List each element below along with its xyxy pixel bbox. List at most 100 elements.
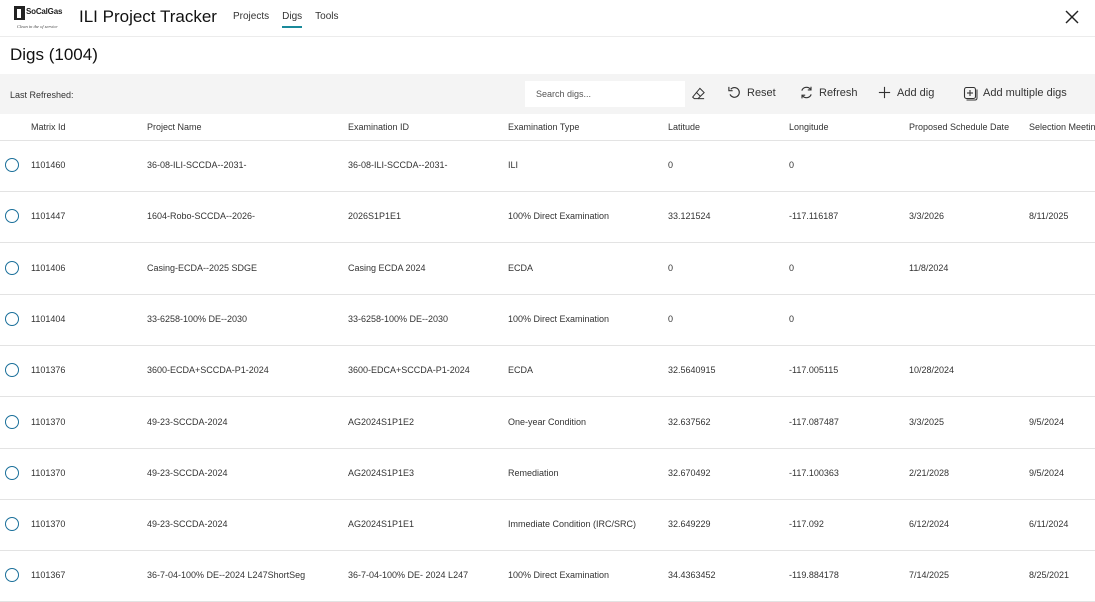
examination-id-cell: 2026S1P1E1 <box>348 211 402 222</box>
row-select-radio[interactable] <box>5 158 19 172</box>
proposed-schedule-date-cell: 3/3/2025 <box>909 416 945 427</box>
selection-meeting-cell: 9/5/2024 <box>1029 467 1065 478</box>
project-name-cell: 49-23-SCCDA-2024 <box>147 416 228 427</box>
app-header: SoCalGas Clean in the of service ILI Pro… <box>0 0 1095 37</box>
column-header-proposed-schedule-date[interactable]: Proposed Schedule Date <box>909 122 1009 132</box>
matrix-id-cell: 1101460 <box>31 160 66 170</box>
toolbar: Last Refreshed: Reset Refresh Add dig <box>0 74 1095 114</box>
examination-id-cell: AG2024S1P1E3 <box>348 467 415 478</box>
refresh-label: Refresh <box>819 86 858 99</box>
add-dig-label: Add dig <box>897 86 935 99</box>
examination-type-cell: ECDA <box>508 365 534 376</box>
row-select-radio[interactable] <box>5 363 19 378</box>
project-name-cell: 3600-ECDA+SCCDA-P1-2024 <box>147 365 269 376</box>
examination-id-cell: 33-6258-100% DE--2030 <box>348 313 449 324</box>
latitude-cell: 33.121524 <box>668 211 711 222</box>
table-row[interactable]: 1101370 49-23-SCCDA-2024 AG2024S1P1E3 Remed… <box>0 448 1095 500</box>
table-row[interactable]: 1101404 33-6258-100% DE--2030 33-6258-100%… <box>0 294 1095 346</box>
tab-digs[interactable]: Digs <box>282 11 303 28</box>
tab-projects[interactable]: Projects <box>233 11 269 28</box>
close-button[interactable] <box>1063 8 1081 26</box>
reset-button[interactable]: Reset <box>727 85 776 100</box>
examination-type-cell: Remediation <box>508 467 559 478</box>
last-refreshed-label: Last Refreshed: <box>10 90 74 100</box>
undo-icon <box>728 86 740 98</box>
matrix-id-cell: 1101367 <box>31 570 66 581</box>
longitude-cell: 0 <box>789 160 795 170</box>
examination-type-cell: ECDA <box>508 262 534 273</box>
project-name-cell: Casing-ECDA--2025 SDGE <box>147 262 258 273</box>
company-logo: SoCalGas Clean in the of service <box>14 4 63 30</box>
column-header-selection-meeting[interactable]: Selection Meeting <box>1029 122 1095 132</box>
row-select-radio[interactable] <box>5 465 19 480</box>
column-header-project-name[interactable]: Project Name <box>147 122 202 132</box>
latitude-cell: 32.637562 <box>668 416 711 427</box>
examination-type-cell: ILI <box>508 160 519 170</box>
examination-id-cell: AG2024S1P1E2 <box>348 416 415 427</box>
examination-type-cell: 100% Direct Examination <box>508 313 610 324</box>
examination-type-cell: One-year Condition <box>508 416 587 427</box>
column-header-examination-type[interactable]: Examination Type <box>508 122 579 132</box>
latitude-cell: 32.5640915 <box>668 365 716 376</box>
table-row[interactable]: 1101460 36-08-ILI-SCCDA--2031- 36-08-ILI-S… <box>0 140 1095 192</box>
flame-logo-mark <box>14 6 25 20</box>
examination-type-cell: 100% Direct Examination <box>508 211 610 222</box>
project-name-cell: 1604-Robo-SCCDA--2026- <box>147 211 256 222</box>
row-select-radio[interactable] <box>5 260 19 275</box>
proposed-schedule-date-cell: 11/8/2024 <box>909 262 949 273</box>
examination-id-cell: Casing ECDA 2024 <box>348 262 426 273</box>
add-dig-button[interactable]: Add dig <box>877 85 934 100</box>
row-select-radio[interactable] <box>5 311 19 326</box>
app-title: ILI Project Tracker <box>79 7 217 26</box>
table-row[interactable]: 1101376 3600-ECDA+SCCDA-P1-2024 3600-EDCA+… <box>0 345 1095 398</box>
add-multiple-digs-button[interactable]: Add multiple digs <box>962 85 1067 101</box>
examination-type-cell: Immediate Condition (IRC/SRC) <box>508 519 637 530</box>
proposed-schedule-date-cell: 6/12/2024 <box>909 519 950 530</box>
proposed-schedule-date-cell: 10/28/2024 <box>909 365 955 376</box>
row-select-radio[interactable] <box>5 414 19 429</box>
project-name-cell: 36-7-04-100% DE--2024 L247ShortSeg <box>147 570 306 581</box>
main-nav: Projects Digs Tools <box>233 11 339 28</box>
latitude-cell: 0 <box>668 313 674 324</box>
latitude-cell: 34.4363452 <box>668 570 716 581</box>
column-header-matrix-id[interactable]: Matrix Id <box>31 122 66 132</box>
refresh-button[interactable]: Refresh <box>799 85 858 100</box>
longitude-cell: -117.116187 <box>789 211 839 222</box>
table-row[interactable]: 1101406 Casing-ECDA--2025 SDGE Casing ECDA… <box>0 243 1095 295</box>
table-row[interactable]: 1101447 1604-Robo-SCCDA--2026- 2026S1P1E1 1… <box>0 191 1095 244</box>
plus-icon <box>878 86 891 99</box>
proposed-schedule-date-cell: 7/14/2025 <box>909 570 950 581</box>
page-title: Digs (1004) <box>10 45 98 64</box>
search-input[interactable] <box>525 81 685 107</box>
longitude-cell: -119.884178 <box>789 570 839 581</box>
latitude-cell: 32.649229 <box>668 519 711 530</box>
column-header-longitude[interactable]: Longitude <box>789 122 829 132</box>
latitude-cell: 0 <box>668 160 674 170</box>
matrix-id-cell: 1101447 <box>31 211 66 222</box>
examination-type-cell: 100% Direct Examination <box>508 570 610 581</box>
proposed-schedule-date-cell: 2/21/2028 <box>909 467 950 478</box>
longitude-cell: -117.092 <box>789 519 824 530</box>
close-icon <box>1065 10 1079 24</box>
add-multiple-icon <box>963 86 978 101</box>
column-header-latitude[interactable]: Latitude <box>668 122 700 132</box>
matrix-id-cell: 1101370 <box>31 467 66 478</box>
reset-label: Reset <box>747 86 776 99</box>
logo-brand-text: SoCalGas <box>26 7 63 16</box>
table-row[interactable]: 1101367 36-7-04-100% DE--2024 L247ShortSe… <box>0 550 1095 602</box>
examination-id-cell: 36-7-04-100% DE- 2024 L247 <box>348 570 469 581</box>
tab-tools[interactable]: Tools <box>315 11 338 28</box>
row-select-radio[interactable] <box>5 517 19 532</box>
examination-id-cell: 36-08-ILI-SCCDA--2031- <box>348 160 448 170</box>
row-select-radio[interactable] <box>5 209 19 224</box>
row-select-radio[interactable] <box>5 568 19 583</box>
examination-id-cell: 3600-EDCA+SCCDA-P1-2024 <box>348 365 470 376</box>
clear-search-button[interactable] <box>691 86 706 101</box>
project-name-cell: 36-08-ILI-SCCDA--2031- <box>147 160 247 170</box>
column-header-examination-id[interactable]: Examination ID <box>348 122 409 132</box>
table-row[interactable]: 1101370 49-23-SCCDA-2024 AG2024S1P1E2 One-y… <box>0 397 1095 449</box>
table-row[interactable]: 1101370 49-23-SCCDA-2024 AG2024S1P1E1 Immed… <box>0 499 1095 552</box>
matrix-id-cell: 1101404 <box>31 313 66 324</box>
examination-id-cell: AG2024S1P1E1 <box>348 519 415 530</box>
longitude-cell: -117.100363 <box>789 467 839 478</box>
